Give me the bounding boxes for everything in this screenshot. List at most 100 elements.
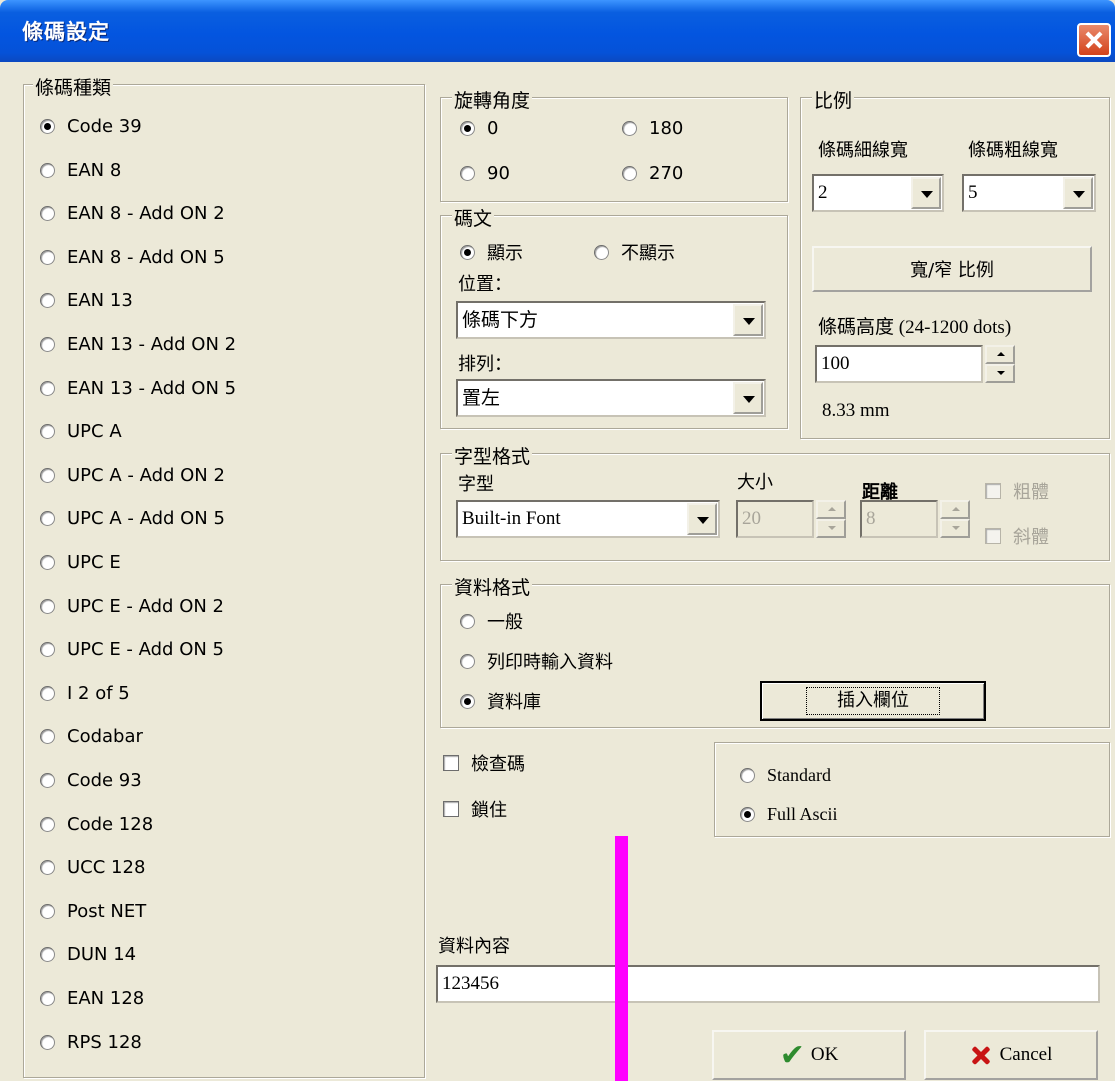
narrow-width-label: 條碼細線寬 [818, 140, 908, 161]
ratio-button[interactable]: 寬/窄 比例 [812, 246, 1092, 292]
bold-checkbox[interactable]: 粗體 [985, 478, 1049, 504]
barcode-type-radio[interactable]: UPC A - Add ON 5 [40, 508, 225, 529]
radio-icon [40, 860, 55, 876]
rotation-180-radio[interactable]: 180 [622, 118, 683, 139]
radio-icon [40, 903, 55, 919]
barcode-type-radio[interactable]: UPC E [40, 552, 121, 573]
radio-icon [40, 380, 55, 396]
rotation-270-radio[interactable]: 270 [622, 163, 683, 184]
close-icon[interactable] [1077, 23, 1111, 57]
barcode-type-radio[interactable]: EAN 128 [40, 988, 144, 1009]
size-spinner[interactable] [816, 500, 846, 538]
chevron-down-icon[interactable] [911, 177, 941, 209]
hide-text-radio[interactable]: 不顯示 [594, 239, 675, 265]
barcode-type-label: EAN 128 [67, 988, 145, 1009]
height-spinner[interactable] [985, 345, 1015, 383]
standard-radio[interactable]: Standard [740, 765, 831, 786]
height-label: 條碼高度 (24-1200 dots) [818, 317, 1012, 338]
barcode-type-radio[interactable]: Code 39 [40, 116, 142, 137]
chevron-down-icon[interactable] [1063, 177, 1093, 209]
rotation-90-radio[interactable]: 90 [460, 163, 510, 184]
barcode-type-label: EAN 8 - Add ON 5 [67, 246, 225, 268]
spin-down-icon[interactable] [985, 364, 1015, 383]
barcode-type-radio[interactable]: UPC E - Add ON 5 [40, 639, 224, 660]
barcode-type-radio[interactable]: EAN 13 - Add ON 2 [40, 334, 236, 355]
barcode-type-legend: 條碼種類 [33, 73, 114, 100]
narrow-width-select[interactable]: 2 [812, 174, 944, 212]
barcode-type-radio[interactable]: EAN 8 - Add ON 2 [40, 203, 225, 224]
radio-icon [40, 467, 55, 483]
check-digit-checkbox[interactable]: 檢查碼 [443, 750, 525, 776]
barcode-type-radio[interactable]: UPC E - Add ON 2 [40, 596, 224, 617]
marker-bar [615, 836, 628, 1081]
full-ascii-radio[interactable]: Full Ascii [740, 804, 838, 825]
insert-field-button[interactable]: 插入欄位 [760, 681, 986, 721]
height-input[interactable]: 100 [815, 345, 983, 383]
barcode-type-radio[interactable]: UPC A [40, 421, 122, 442]
chevron-down-icon[interactable] [733, 382, 763, 414]
barcode-type-radio[interactable]: EAN 13 - Add ON 5 [40, 378, 236, 399]
font-label: 字型 [458, 474, 494, 495]
radio-icon [40, 642, 55, 658]
barcode-type-radio[interactable]: UCC 128 [40, 857, 145, 878]
barcode-type-radio[interactable]: EAN 8 - Add ON 5 [40, 247, 225, 268]
italic-checkbox[interactable]: 斜體 [985, 523, 1049, 549]
rotation-legend: 旋轉角度 [452, 86, 533, 113]
barcode-type-radio[interactable]: EAN 8 [40, 160, 121, 181]
cancel-button[interactable]: Cancel [924, 1030, 1098, 1080]
size-input[interactable]: 20 [736, 500, 814, 538]
human-readable-legend: 碼文 [452, 204, 495, 231]
barcode-type-radio[interactable]: Code 93 [40, 770, 142, 791]
window-title: 條碼設定 [22, 20, 110, 44]
x-icon [970, 1044, 992, 1066]
radio-icon [40, 991, 55, 1006]
barcode-type-label: EAN 13 - Add ON 2 [67, 334, 237, 355]
barcode-type-radio[interactable]: UPC A - Add ON 2 [40, 465, 225, 486]
spin-up-icon[interactable] [816, 500, 846, 519]
data-content-label: 資料內容 [438, 936, 510, 957]
barcode-type-label: Code 39 [67, 116, 142, 137]
barcode-type-label: I 2 of 5 [67, 682, 130, 704]
spin-down-icon[interactable] [940, 519, 970, 538]
radio-icon [40, 729, 55, 745]
barcode-type-label: UPC E - Add ON 2 [67, 595, 225, 617]
data-content-input[interactable]: 123456 [436, 965, 1100, 1003]
title-bar[interactable]: 條碼設定 [0, 0, 1115, 62]
barcode-type-group [23, 84, 425, 1078]
barcode-type-radio[interactable]: Codabar [40, 726, 143, 747]
radio-icon [40, 685, 55, 701]
database-radio[interactable]: 資料庫 [460, 688, 541, 714]
radio-icon [40, 947, 55, 963]
barcode-type-radio[interactable]: Post NET [40, 901, 146, 922]
position-select[interactable]: 條碼下方 [456, 301, 766, 339]
barcode-type-radio[interactable]: RPS 128 [40, 1032, 142, 1053]
spin-up-icon[interactable] [985, 345, 1015, 364]
rotation-0-radio[interactable]: 0 [460, 118, 498, 139]
barcode-type-label: UCC 128 [67, 857, 146, 879]
ratio-legend: 比例 [812, 86, 855, 113]
align-select[interactable]: 置左 [456, 379, 766, 417]
barcode-type-label: RPS 128 [67, 1031, 142, 1053]
radio-icon [40, 206, 55, 222]
barcode-type-radio[interactable]: Code 128 [40, 814, 153, 835]
show-text-radio[interactable]: 顯示 [460, 239, 523, 265]
lock-checkbox[interactable]: 鎖住 [443, 796, 507, 822]
general-radio[interactable]: 一般 [460, 608, 523, 634]
radio-icon [40, 249, 55, 265]
prompt-input-radio[interactable]: 列印時輸入資料 [460, 648, 613, 674]
barcode-type-radio[interactable]: EAN 13 [40, 290, 133, 311]
spacing-spinner[interactable] [940, 500, 970, 538]
barcode-type-radio[interactable]: I 2 of 5 [40, 683, 130, 704]
radio-icon [40, 773, 55, 788]
radio-icon [40, 162, 55, 178]
chevron-down-icon[interactable] [733, 304, 763, 336]
spin-up-icon[interactable] [940, 500, 970, 519]
font-select[interactable]: Built-in Font [456, 500, 720, 538]
wide-width-select[interactable]: 5 [962, 174, 1096, 212]
wide-width-label: 條碼粗線寬 [968, 140, 1058, 161]
barcode-type-radio[interactable]: DUN 14 [40, 944, 136, 965]
spin-down-icon[interactable] [816, 519, 846, 538]
ok-button[interactable]: ✔ OK [712, 1030, 906, 1080]
chevron-down-icon[interactable] [687, 503, 717, 535]
spacing-input[interactable]: 8 [860, 500, 938, 538]
